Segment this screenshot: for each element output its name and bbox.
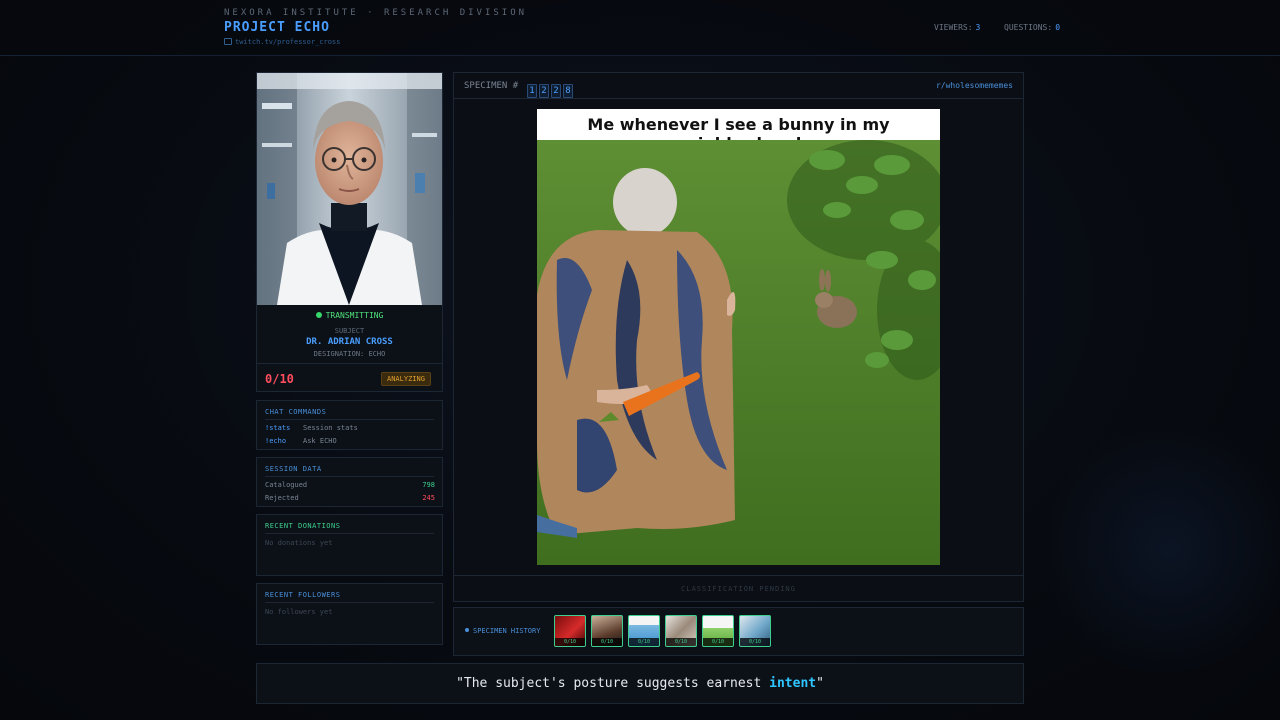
quote-highlight: intent bbox=[769, 676, 817, 691]
specimen-footer: CLASSIFICATION PENDING bbox=[454, 575, 1023, 601]
specimen-digit: 1 bbox=[527, 84, 537, 98]
echo-quote-bar: "The subject's posture suggests earnest … bbox=[256, 663, 1024, 704]
command-row: !stats Session stats bbox=[265, 424, 358, 432]
stream-link[interactable]: twitch.tv/professor_cross bbox=[224, 38, 340, 46]
divider bbox=[265, 476, 434, 477]
specimen-history-panel: SPECIMEN HISTORY 0/10 0/10 0/10 0/10 0/1… bbox=[453, 607, 1024, 656]
donations-empty: No donations yet bbox=[265, 539, 333, 547]
history-thumbnail[interactable]: 0/10 bbox=[665, 615, 697, 647]
chat-commands-title: CHAT COMMANDS bbox=[265, 408, 327, 416]
specimen-history-label: SPECIMEN HISTORY bbox=[465, 627, 540, 635]
subject-portrait bbox=[257, 73, 442, 305]
questions-label: QUESTIONS: bbox=[1004, 23, 1053, 32]
chat-commands-panel: CHAT COMMANDS !stats Session stats !echo A… bbox=[256, 400, 443, 450]
viewers-count: 3 bbox=[975, 23, 981, 32]
catalogued-value: 798 bbox=[422, 481, 435, 489]
history-label-text: SPECIMEN HISTORY bbox=[473, 627, 541, 635]
transmit-status: TRANSMITTING bbox=[257, 311, 442, 320]
classification-status: CLASSIFICATION PENDING bbox=[681, 585, 796, 593]
history-thumb-score: 0/10 bbox=[555, 638, 585, 646]
history-thumb-score: 0/10 bbox=[629, 638, 659, 646]
live-dot-icon bbox=[315, 312, 322, 318]
background-glow bbox=[1040, 420, 1280, 680]
command-desc: Ask ECHO bbox=[303, 437, 337, 445]
history-thumb-score: 0/10 bbox=[703, 638, 733, 646]
history-thumb-score: 0/10 bbox=[666, 638, 696, 646]
recent-followers-panel: RECENT FOLLOWERS No followers yet bbox=[256, 583, 443, 645]
quote-close: " bbox=[816, 676, 824, 691]
questions-count: 0 bbox=[1055, 23, 1061, 32]
command-key: !stats bbox=[265, 424, 291, 432]
followers-empty: No followers yet bbox=[265, 608, 333, 616]
specimen-number: 1228 bbox=[527, 78, 575, 98]
specimen-digit: 2 bbox=[551, 84, 561, 98]
subject-name: DR. ADRIAN CROSS bbox=[306, 337, 393, 347]
twitch-icon bbox=[224, 38, 232, 45]
divider bbox=[265, 602, 434, 603]
subject-card: TRANSMITTING SUBJECT DR. ADRIAN CROSS DE… bbox=[256, 72, 443, 392]
session-data-title: SESSION DATA bbox=[265, 465, 322, 473]
command-row: !echo Ask ECHO bbox=[265, 437, 337, 445]
specimen-label: SPECIMEN # bbox=[464, 81, 519, 91]
meme-image: Me whenever I see a bunny in my neighbor… bbox=[537, 109, 940, 565]
meme-photo bbox=[537, 140, 940, 565]
session-data-panel: SESSION DATA Catalogued 798 Rejected 245 bbox=[256, 457, 443, 507]
project-title: PROJECT ECHO bbox=[224, 20, 330, 35]
recent-donations-title: RECENT DONATIONS bbox=[265, 522, 341, 530]
specimen-panel: SPECIMEN # 1228 r/wholesomememes Me when… bbox=[453, 72, 1024, 602]
history-thumbnail[interactable]: 0/10 bbox=[591, 615, 623, 647]
specimen-digit: 8 bbox=[563, 84, 573, 98]
analyzing-badge: ANALYZING bbox=[381, 372, 431, 386]
meme-caption-bar: Me whenever I see a bunny in my neighbor… bbox=[537, 109, 940, 153]
history-thumb-score: 0/10 bbox=[592, 638, 622, 646]
org-label: NEXORA INSTITUTE · RESEARCH DIVISION bbox=[224, 8, 528, 18]
stream-stats: VIEWERS: 3 QUESTIONS: 0 bbox=[934, 23, 1060, 32]
transmit-label: TRANSMITTING bbox=[325, 311, 384, 320]
quote-text: "The subject's posture suggests earnest bbox=[456, 676, 770, 691]
history-thumbnail[interactable]: 0/10 bbox=[628, 615, 660, 647]
command-key: !echo bbox=[265, 437, 287, 445]
rejected-row: Rejected 245 bbox=[265, 494, 435, 502]
divider bbox=[265, 533, 434, 534]
history-thumb-score: 0/10 bbox=[740, 638, 770, 646]
score-value: 0/10 bbox=[265, 372, 294, 386]
history-dot-icon bbox=[465, 628, 469, 632]
viewers-label: VIEWERS: bbox=[934, 23, 973, 32]
rejected-value: 245 bbox=[422, 494, 435, 502]
top-header: NEXORA INSTITUTE · RESEARCH DIVISION PRO… bbox=[0, 0, 1280, 56]
command-desc: Session stats bbox=[303, 424, 358, 432]
catalogued-row: Catalogued 798 bbox=[265, 481, 435, 489]
stream-link-text: twitch.tv/professor_cross bbox=[235, 38, 341, 46]
rejected-label: Rejected bbox=[265, 494, 299, 502]
divider bbox=[265, 419, 434, 420]
subreddit-link[interactable]: r/wholesomememes bbox=[936, 81, 1013, 90]
specimen-header: SPECIMEN # 1228 r/wholesomememes bbox=[454, 73, 1023, 99]
history-thumbnail[interactable]: 0/10 bbox=[739, 615, 771, 647]
history-thumbnail[interactable]: 0/10 bbox=[702, 615, 734, 647]
specimen-digit: 2 bbox=[539, 84, 549, 98]
history-thumbnail[interactable]: 0/10 bbox=[554, 615, 586, 647]
recent-followers-title: RECENT FOLLOWERS bbox=[265, 591, 341, 599]
catalogued-label: Catalogued bbox=[265, 481, 308, 489]
subject-designation: DESIGNATION: ECHO bbox=[313, 350, 386, 358]
subject-label: SUBJECT bbox=[334, 327, 365, 335]
score-row: 0/10 ANALYZING bbox=[257, 363, 442, 391]
echo-quote: "The subject's posture suggests earnest … bbox=[257, 676, 1023, 691]
recent-donations-panel: RECENT DONATIONS No donations yet bbox=[256, 514, 443, 576]
